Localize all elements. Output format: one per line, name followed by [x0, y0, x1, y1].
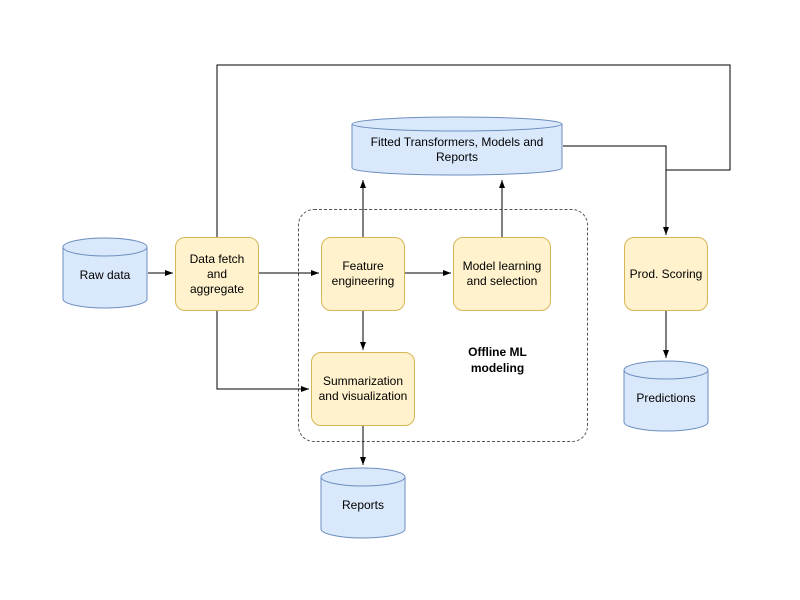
- raw-data-db: Raw data: [62, 237, 148, 309]
- predictions-label: Predictions: [623, 360, 709, 432]
- fitted-transformers-label: Fitted Transformers, Models and Reports: [351, 116, 563, 176]
- prod-scoring-process: Prod. Scoring: [624, 237, 708, 311]
- reports-db: Reports: [320, 467, 406, 539]
- fitted-transformers-store: Fitted Transformers, Models and Reports: [351, 116, 563, 176]
- reports-label: Reports: [320, 467, 406, 539]
- offline-ml-modeling-label: Offline ML modeling: [445, 345, 550, 376]
- feature-engineering-process: Feature engineering: [321, 237, 405, 311]
- model-learning-process: Model learning and selection: [453, 237, 551, 311]
- summarization-visualization-process: Summarization and visualization: [311, 352, 415, 426]
- data-fetch-aggregate-process: Data fetch and aggregate: [175, 237, 259, 311]
- raw-data-label: Raw data: [62, 237, 148, 309]
- predictions-db: Predictions: [623, 360, 709, 432]
